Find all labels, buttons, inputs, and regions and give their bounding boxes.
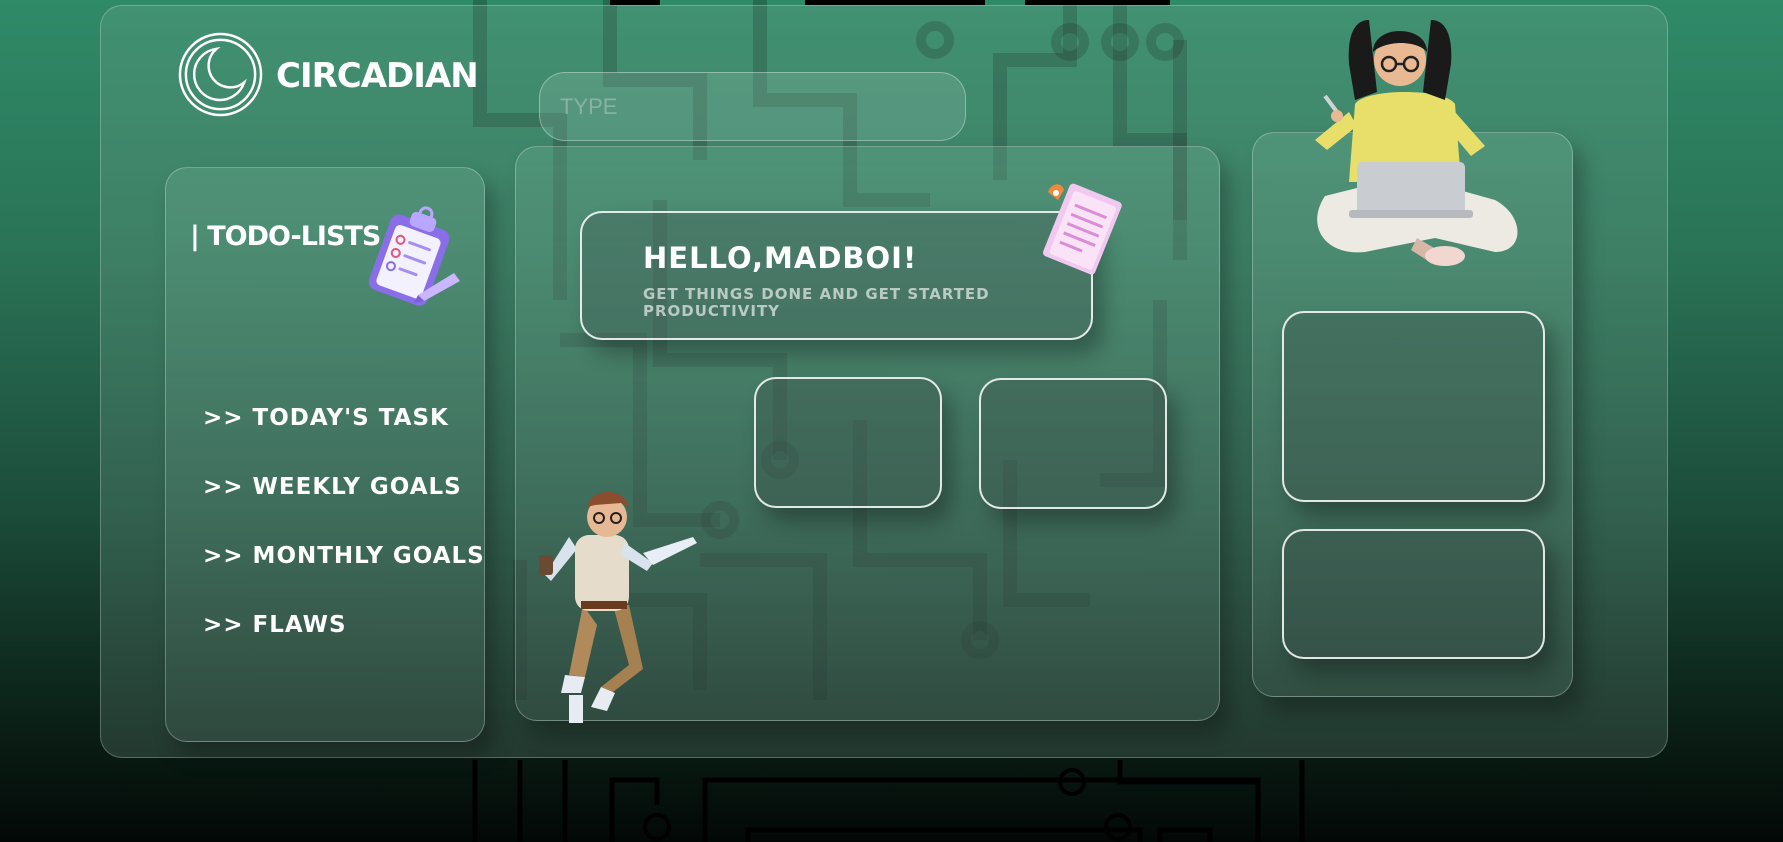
greeting-card <box>580 211 1093 340</box>
sidebar-title: | TODO-LISTS <box>190 221 381 252</box>
document-rocket-icon <box>1043 183 1122 275</box>
character-woman-illustration <box>1315 20 1518 266</box>
summary-card-2[interactable] <box>979 378 1167 509</box>
brand-name: CIRCADIAN <box>276 56 479 96</box>
right-card-1[interactable] <box>1282 311 1545 502</box>
greeting-subtitle: GET THINGS DONE AND GET STARTED PRODUCTI… <box>643 285 990 320</box>
right-card-2[interactable] <box>1282 529 1545 659</box>
nav-flaws[interactable]: >> FLAWS <box>203 612 347 638</box>
nav-weekly-goals[interactable]: >> WEEKLY GOALS <box>203 474 462 500</box>
clipboard-checklist-icon <box>368 206 460 306</box>
character-man-illustration <box>539 492 697 723</box>
nav-todays-task[interactable]: >> TODAY'S TASK <box>203 405 449 431</box>
search-input[interactable] <box>539 72 966 141</box>
moon-logo-icon <box>178 32 263 117</box>
nav-monthly-goals[interactable]: >> MONTHLY GOALS <box>203 543 485 569</box>
greeting-title: HELLO,MADBOI! <box>643 241 918 275</box>
summary-card-1[interactable] <box>754 377 942 508</box>
